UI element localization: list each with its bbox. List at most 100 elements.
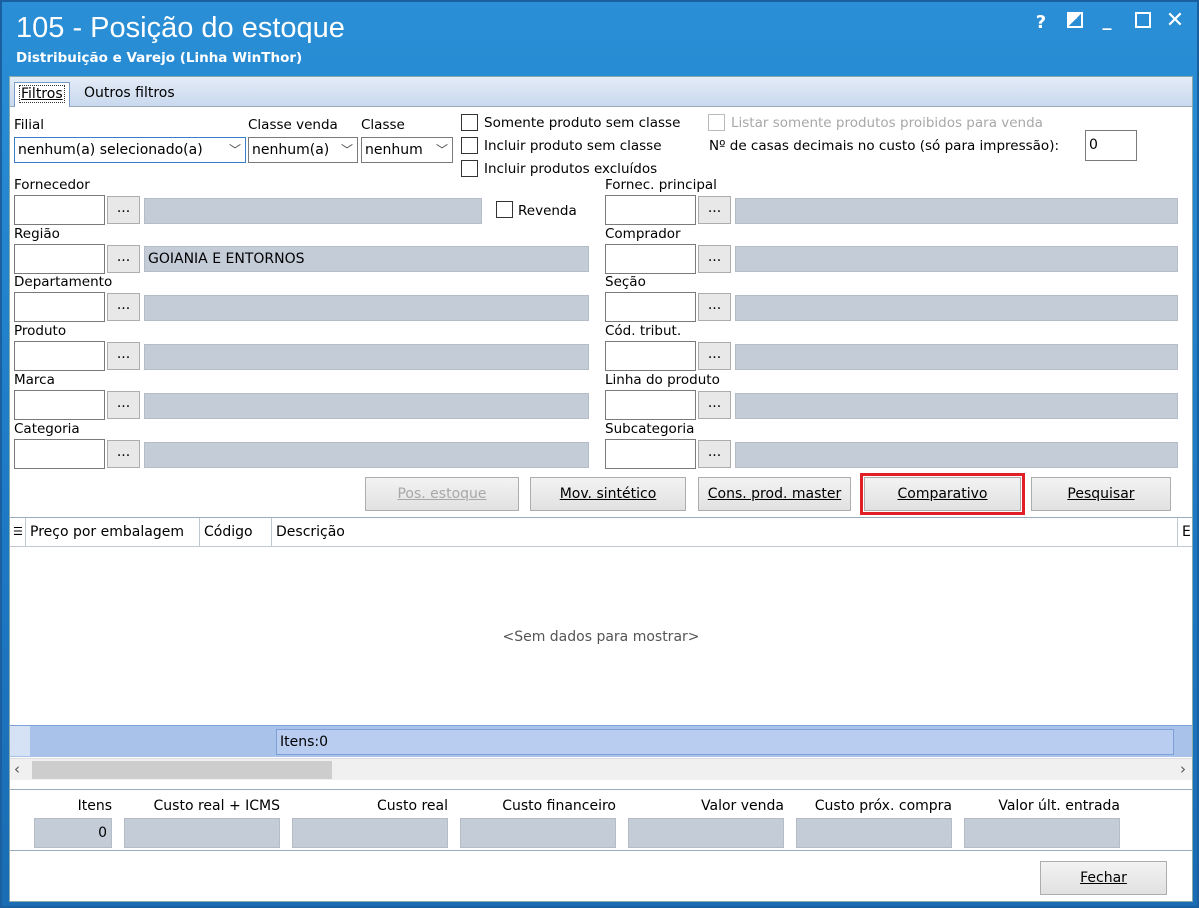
- departamento-code-input[interactable]: [14, 292, 105, 322]
- horizontal-scrollbar[interactable]: ‹ ›: [10, 758, 1192, 780]
- custo-financeiro-label: Custo financeiro: [502, 798, 616, 814]
- linha-produto-code-input[interactable]: [605, 390, 696, 420]
- incluir-sem-classe-label: Incluir produto sem classe: [484, 138, 662, 154]
- comprador-code-input[interactable]: [605, 244, 696, 274]
- scroll-thumb[interactable]: [32, 761, 332, 779]
- column-codigo[interactable]: Código: [200, 518, 272, 546]
- results-grid[interactable]: ☰ Preço por embalagem Código Descrição E…: [10, 517, 1192, 789]
- custo-prox-compra-value: [796, 818, 952, 848]
- comprador-description: [735, 246, 1178, 272]
- classe-label: Classe: [361, 117, 405, 133]
- categoria-lookup-button[interactable]: ...: [107, 440, 140, 468]
- incluir-sem-classe-checkbox[interactable]: [461, 137, 478, 154]
- fornecedor-lookup-button[interactable]: ...: [107, 196, 140, 224]
- fornec-principal-code-input[interactable]: [605, 195, 696, 225]
- cod-tribut-description: [735, 344, 1178, 370]
- subcategoria-label: Subcategoria: [605, 421, 695, 437]
- tab-outros-filtros[interactable]: Outros filtros: [80, 82, 179, 107]
- scroll-right-icon[interactable]: ›: [1180, 760, 1186, 778]
- linha-produto-label: Linha do produto: [605, 372, 720, 388]
- departamento-lookup-button[interactable]: ...: [107, 293, 140, 321]
- fornecedor-description: [144, 198, 482, 224]
- client-area: Filtros Outros filtros Filial nenhum(a) …: [9, 76, 1193, 902]
- column-e[interactable]: E: [1178, 518, 1192, 546]
- somente-sem-classe-label: Somente produto sem classe: [484, 115, 681, 131]
- produto-lookup-button[interactable]: ...: [107, 342, 140, 370]
- marca-lookup-button[interactable]: ...: [107, 391, 140, 419]
- cod-tribut-code-input[interactable]: [605, 341, 696, 371]
- revenda-checkbox[interactable]: [496, 201, 513, 218]
- filial-label: Filial: [14, 117, 45, 133]
- marca-description: [144, 393, 589, 419]
- fechar-button[interactable]: Fechar: [1040, 861, 1167, 895]
- custo-real-label: Custo real: [377, 798, 448, 814]
- secao-lookup-button[interactable]: ...: [698, 293, 731, 321]
- window-title: 105 - Posição do estoque: [16, 12, 345, 44]
- total-itens-label: Itens: [77, 798, 112, 814]
- produto-label: Produto: [14, 323, 67, 339]
- regiao-lookup-button[interactable]: ...: [107, 245, 140, 273]
- close-button[interactable]: ✕: [1164, 8, 1186, 33]
- classe-select[interactable]: nenhum ﹀: [361, 137, 453, 163]
- grid-body: <Sem dados para mostrar>: [10, 547, 1192, 727]
- mov-sintetico-button[interactable]: Mov. sintético: [530, 477, 686, 511]
- incluir-excluidos-label: Incluir produtos excluídos: [484, 161, 658, 177]
- valor-venda-value: [628, 818, 784, 848]
- total-itens-value: 0: [34, 818, 112, 848]
- incluir-excluidos-checkbox[interactable]: [461, 160, 478, 177]
- secao-label: Seção: [605, 274, 646, 290]
- casas-decimais-input[interactable]: 0: [1085, 130, 1137, 161]
- comparativo-button[interactable]: Comparativo: [860, 473, 1025, 515]
- grid-footer: Itens:0: [10, 725, 1192, 757]
- window-subtitle: Distribuição e Varejo (Linha WinThor): [16, 50, 303, 66]
- categoria-description: [144, 442, 589, 468]
- help-button[interactable]: ?: [1030, 12, 1052, 33]
- subcategoria-lookup-button[interactable]: ...: [698, 440, 731, 468]
- classe-venda-select[interactable]: nenhum(a) ﹀: [248, 137, 358, 163]
- secao-code-input[interactable]: [605, 292, 696, 322]
- cod-tribut-lookup-button[interactable]: ...: [698, 342, 731, 370]
- column-preco-embalagem[interactable]: Preço por embalagem: [26, 518, 200, 546]
- restore-icon[interactable]: [1064, 12, 1086, 33]
- custo-financeiro-value: [460, 818, 616, 848]
- fornecedor-label: Fornecedor: [14, 177, 90, 193]
- regiao-code-input[interactable]: [14, 244, 105, 274]
- produto-code-input[interactable]: [14, 341, 105, 371]
- subcategoria-description: [735, 442, 1178, 468]
- comprador-lookup-button[interactable]: ...: [698, 245, 731, 273]
- categoria-label: Categoria: [14, 421, 80, 437]
- custo-real-icms-label: Custo real + ICMS: [153, 798, 280, 814]
- somente-sem-classe-checkbox[interactable]: [461, 114, 478, 131]
- marca-code-input[interactable]: [14, 390, 105, 420]
- fornec-principal-lookup-button[interactable]: ...: [698, 196, 731, 224]
- valor-ult-entrada-value: [964, 818, 1120, 848]
- valor-ult-entrada-label: Valor últ. entrada: [998, 798, 1120, 814]
- tab-filtros[interactable]: Filtros: [14, 82, 70, 107]
- column-descricao[interactable]: Descrição: [272, 518, 1178, 546]
- classe-venda-label: Classe venda: [248, 117, 338, 133]
- itens-count: Itens:0: [276, 729, 1174, 755]
- proibidos-checkbox[interactable]: [708, 114, 725, 131]
- pesquisar-button[interactable]: Pesquisar: [1031, 477, 1171, 511]
- filial-select[interactable]: nenhum(a) selecionado(a) ﹀: [14, 137, 246, 163]
- regiao-label: Região: [14, 226, 60, 242]
- tab-bar: Filtros Outros filtros: [10, 77, 1192, 107]
- cons-prod-master-button[interactable]: Cons. prod. master: [698, 477, 851, 511]
- scroll-left-icon[interactable]: ‹: [14, 760, 20, 778]
- casas-decimais-label: Nº de casas decimais no custo (só para i…: [709, 138, 1060, 154]
- valor-venda-label: Valor venda: [701, 798, 784, 814]
- fornecedor-code-input[interactable]: [14, 195, 105, 225]
- column-chooser-icon[interactable]: ☰: [10, 518, 26, 546]
- pos-estoque-button[interactable]: Pos. estoque: [365, 477, 519, 511]
- proibidos-label: Listar somente produtos proibidos para v…: [731, 115, 1043, 131]
- subcategoria-code-input[interactable]: [605, 439, 696, 469]
- linha-produto-description: [735, 393, 1178, 419]
- chevron-down-icon: ﹀: [228, 143, 241, 157]
- maximize-icon[interactable]: [1132, 12, 1154, 33]
- categoria-code-input[interactable]: [14, 439, 105, 469]
- minimize-button[interactable]: _: [1096, 10, 1118, 31]
- fornec-principal-description: [735, 198, 1178, 224]
- linha-produto-lookup-button[interactable]: ...: [698, 391, 731, 419]
- grid-header: ☰ Preço por embalagem Código Descrição E: [10, 518, 1192, 547]
- title-bar: 105 - Posição do estoque Distribuição e …: [2, 2, 1197, 72]
